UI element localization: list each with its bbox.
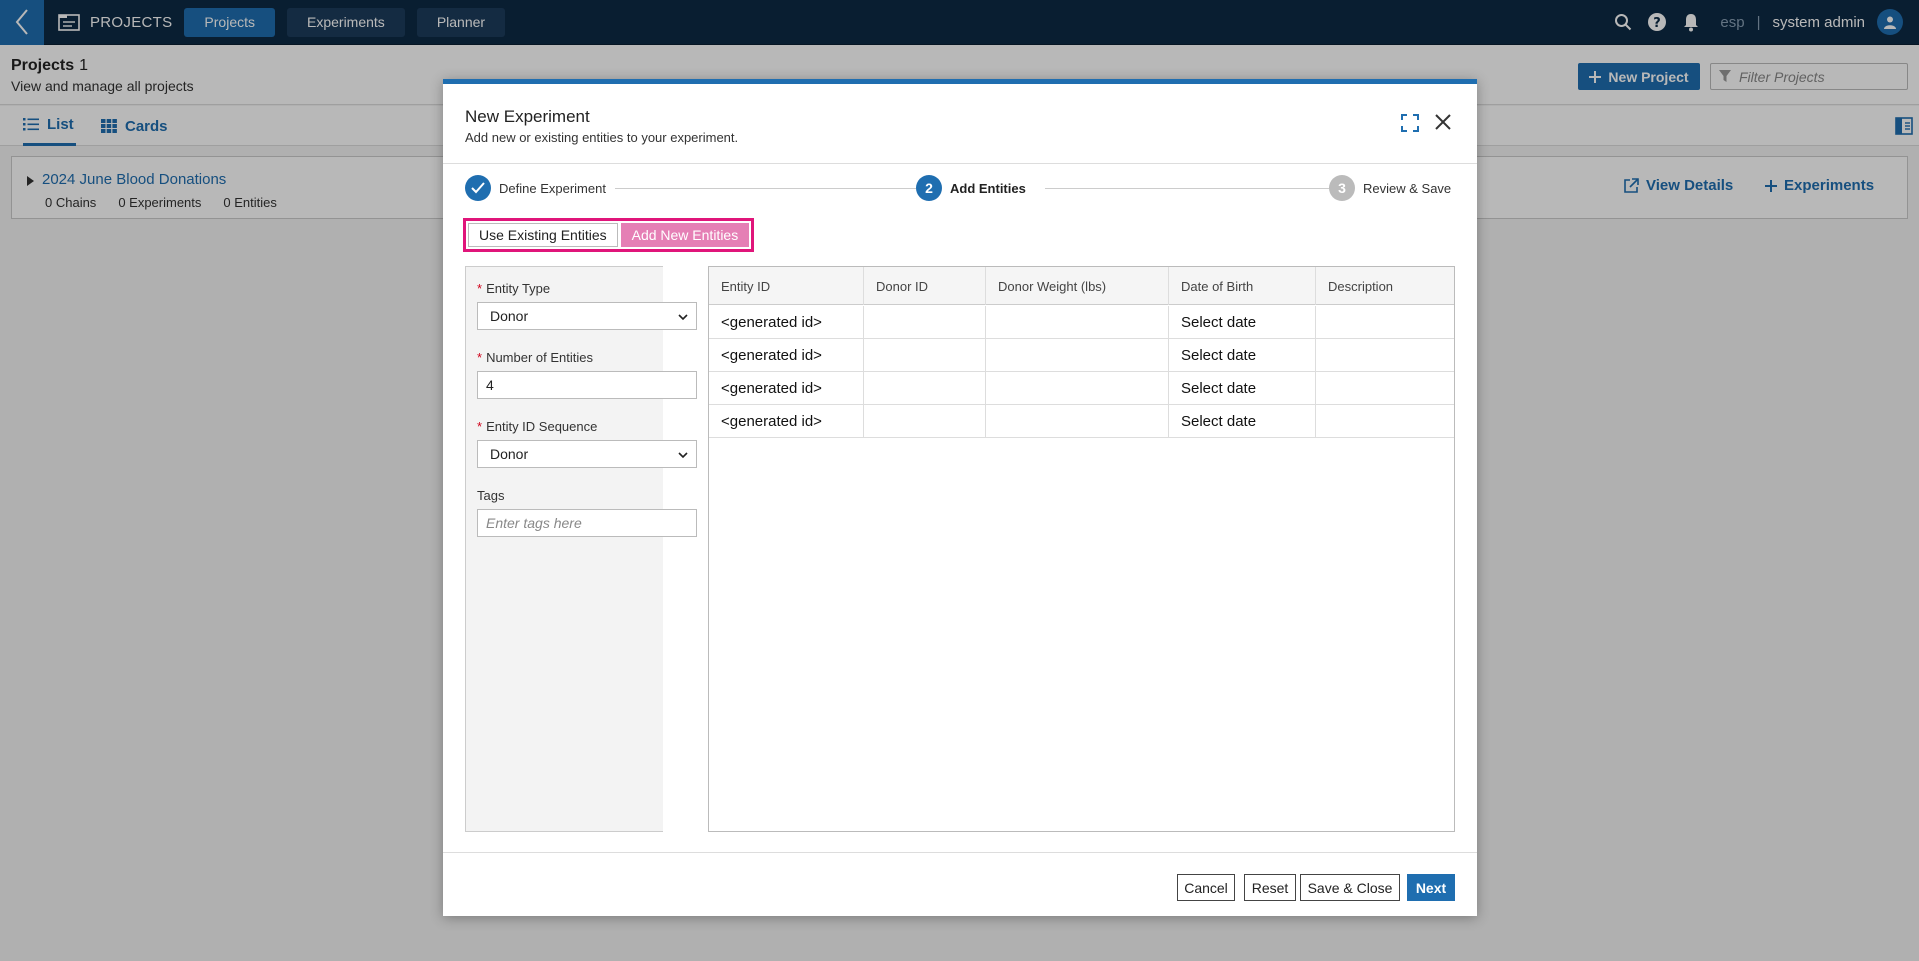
entity-id-sequence-label: * Entity ID Sequence — [477, 419, 598, 434]
cell-description[interactable] — [1316, 372, 1454, 405]
table-row: <generated id> Select date — [709, 306, 1454, 339]
column-header-donor-id[interactable]: Donor ID — [864, 267, 986, 305]
cell-donor-id[interactable] — [864, 405, 986, 438]
modal-subtitle: Add new or existing entities to your exp… — [465, 130, 739, 145]
cell-donor-id[interactable] — [864, 339, 986, 372]
column-header-description[interactable]: Description — [1316, 267, 1454, 305]
chevron-down-icon — [678, 452, 688, 459]
tags-input[interactable]: Enter tags here — [477, 509, 697, 537]
cell-date-of-birth[interactable]: Select date — [1169, 339, 1316, 372]
entity-type-select[interactable]: Donor — [477, 302, 697, 330]
tags-label: Tags — [477, 488, 505, 503]
new-experiment-modal: New Experiment Add new or existing entit… — [443, 79, 1477, 916]
next-button[interactable]: Next — [1407, 874, 1455, 901]
entity-source-toggle: Use Existing Entities Add New Entities — [463, 218, 755, 252]
expand-icon[interactable] — [1401, 114, 1419, 132]
grid-header: Entity ID Donor ID Donor Weight (lbs) Da… — [709, 267, 1454, 305]
table-row: <generated id> Select date — [709, 372, 1454, 405]
step-define-experiment[interactable]: Define Experiment — [465, 175, 614, 201]
stepper: Define Experiment 2 Add Entities 3 Revie… — [465, 170, 1457, 206]
cell-description[interactable] — [1316, 339, 1454, 372]
cell-description[interactable] — [1316, 306, 1454, 339]
column-header-donor-weight[interactable]: Donor Weight (lbs) — [986, 267, 1169, 305]
entity-id-sequence-select[interactable]: Donor — [477, 440, 697, 468]
table-row: <generated id> Select date — [709, 405, 1454, 438]
step-number: 3 — [1329, 175, 1355, 201]
close-icon[interactable] — [1433, 112, 1453, 132]
step-add-entities[interactable]: 2 Add Entities — [916, 175, 1034, 201]
cell-entity-id[interactable]: <generated id> — [709, 372, 864, 405]
use-existing-entities-button[interactable]: Use Existing Entities — [468, 223, 618, 247]
footer-divider — [443, 852, 1477, 853]
cancel-button[interactable]: Cancel — [1177, 874, 1235, 901]
column-header-entity-id[interactable]: Entity ID — [709, 267, 864, 305]
save-close-button[interactable]: Save & Close — [1300, 874, 1400, 901]
cell-donor-weight[interactable] — [986, 306, 1169, 339]
number-of-entities-input[interactable]: 4 — [477, 371, 697, 399]
entities-grid: Entity ID Donor ID Donor Weight (lbs) Da… — [708, 266, 1455, 832]
cell-entity-id[interactable]: <generated id> — [709, 306, 864, 339]
modal-title: New Experiment — [465, 107, 590, 126]
cell-donor-weight[interactable] — [986, 339, 1169, 372]
entity-form-panel: * Entity Type Donor * Number of Entities 4… — [465, 266, 697, 832]
cell-donor-weight[interactable] — [986, 405, 1169, 438]
cell-donor-weight[interactable] — [986, 372, 1169, 405]
entity-type-label: * Entity Type — [477, 281, 551, 296]
chevron-down-icon — [678, 314, 688, 321]
cell-date-of-birth[interactable]: Select date — [1169, 306, 1316, 339]
step-number: 2 — [916, 175, 942, 201]
cell-date-of-birth[interactable]: Select date — [1169, 372, 1316, 405]
reset-button[interactable]: Reset — [1244, 874, 1296, 901]
cell-date-of-birth[interactable]: Select date — [1169, 405, 1316, 438]
cell-donor-id[interactable] — [864, 372, 986, 405]
cell-entity-id[interactable]: <generated id> — [709, 405, 864, 438]
divider — [443, 163, 1477, 164]
cell-entity-id[interactable]: <generated id> — [709, 339, 864, 372]
step-review-save[interactable]: 3 Review & Save — [1329, 175, 1452, 201]
check-icon — [465, 175, 491, 201]
cell-donor-id[interactable] — [864, 306, 986, 339]
table-row: <generated id> Select date — [709, 339, 1454, 372]
column-header-date-of-birth[interactable]: Date of Birth — [1169, 267, 1316, 305]
cell-description[interactable] — [1316, 405, 1454, 438]
add-new-entities-button[interactable]: Add New Entities — [620, 223, 750, 247]
number-of-entities-label: * Number of Entities — [477, 350, 593, 365]
